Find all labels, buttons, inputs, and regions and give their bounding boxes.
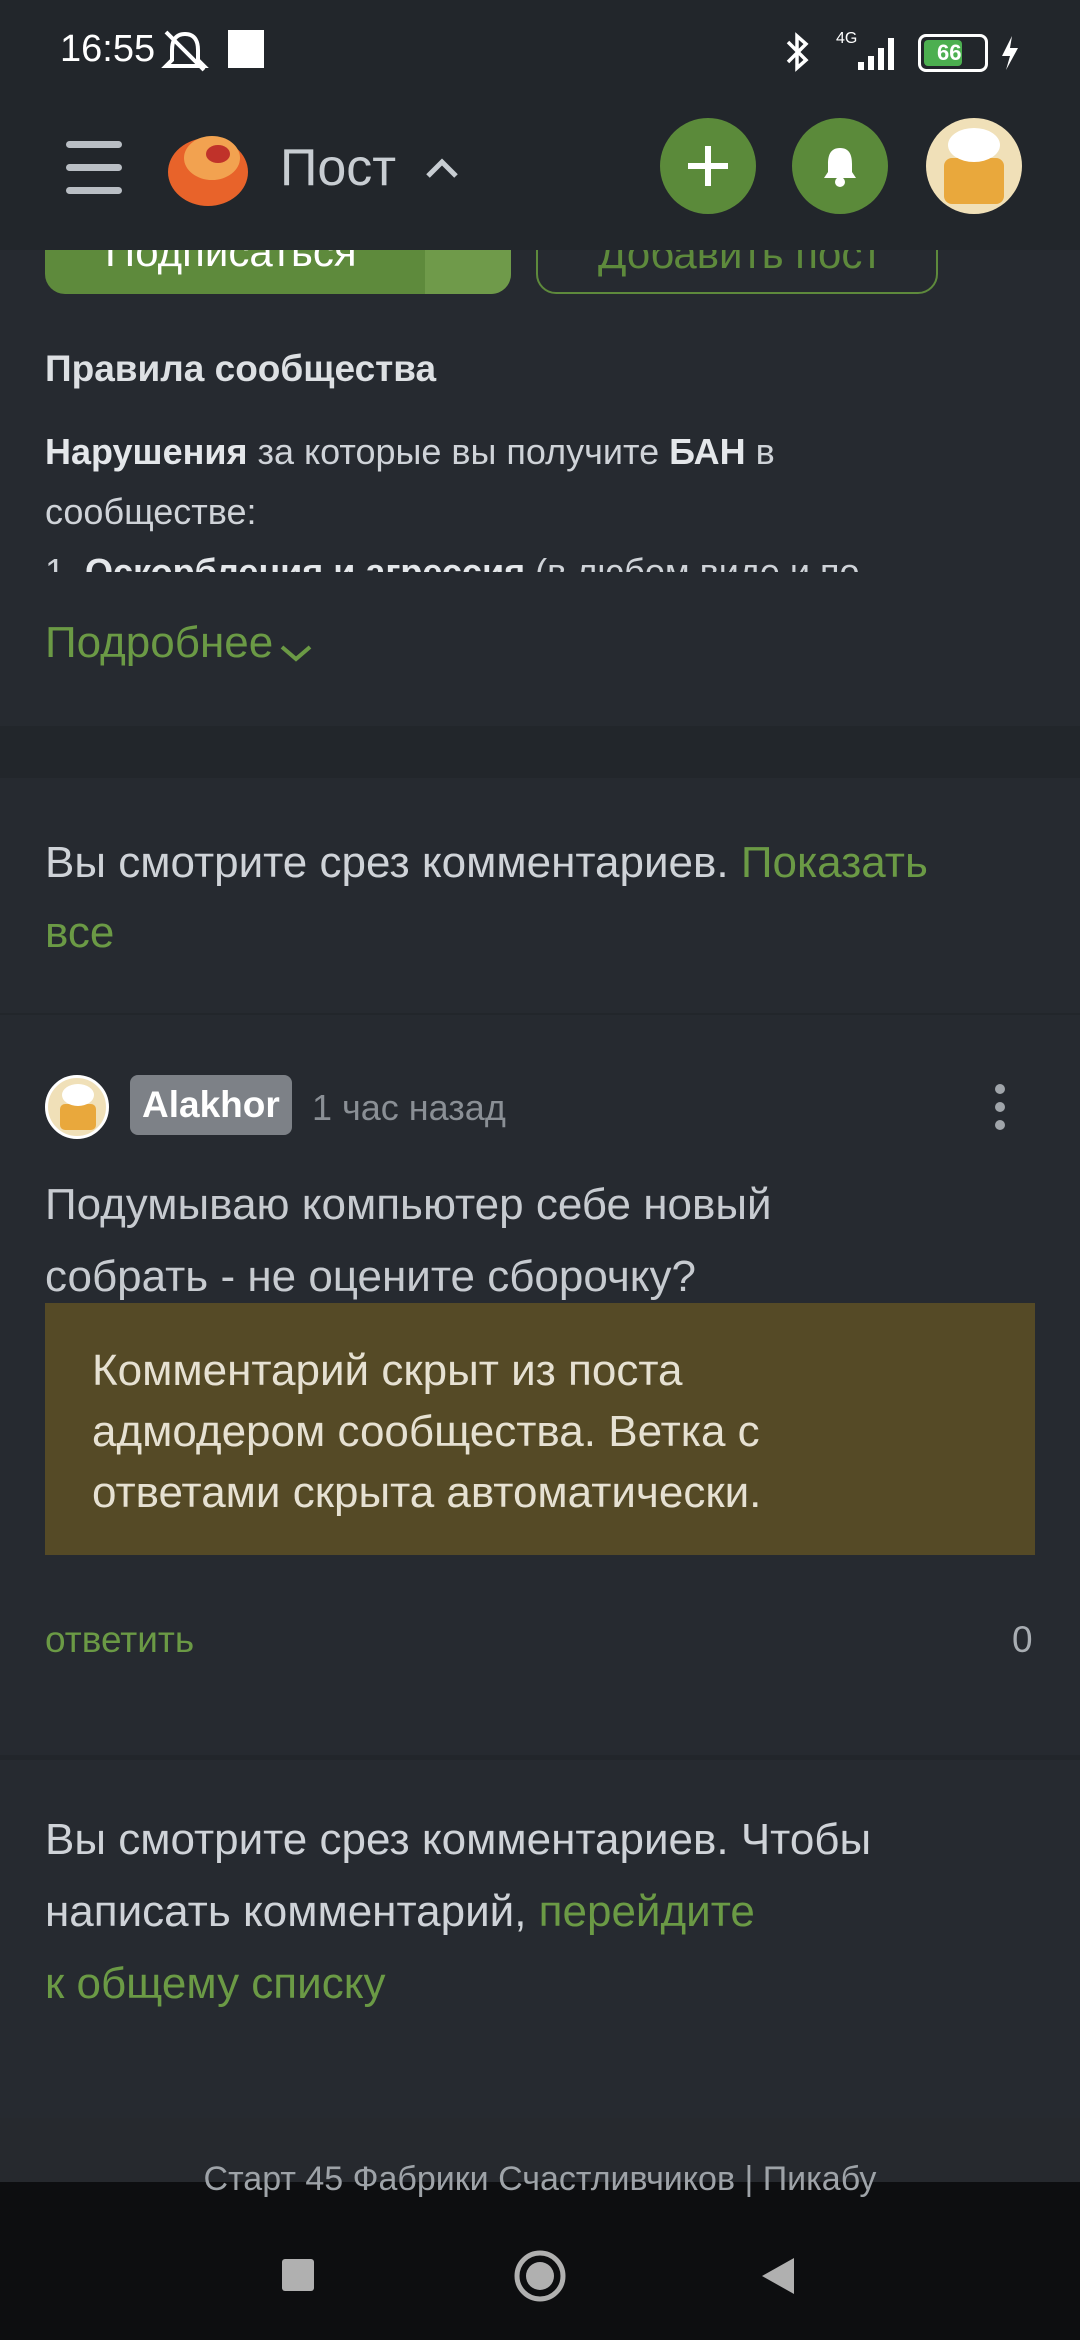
chevron-down-icon [280, 645, 311, 662]
comment-author-avatar[interactable] [45, 1075, 109, 1139]
comments-slice-notice: Вы смотрите срез комментариев. Показать … [0, 778, 1080, 1013]
status-bar: 16:55 4G 66 [0, 0, 1080, 100]
notifications-off-icon [161, 30, 209, 72]
go-to-list-link[interactable]: перейдите [539, 1887, 755, 1936]
reply-link[interactable]: ответить [45, 1619, 194, 1661]
rules-title: Правила сообщества [45, 348, 437, 389]
go-to-list-link-cont[interactable]: к общему списку [45, 1948, 1055, 2020]
avatar[interactable] [926, 118, 1022, 214]
comment-author-badge[interactable]: Alakhor [130, 1075, 292, 1135]
plus-icon [688, 146, 728, 186]
battery-level: 66 [937, 40, 962, 65]
charging-icon [1002, 36, 1018, 70]
app-header: Пост [0, 100, 1080, 252]
page-title[interactable]: Пост [280, 138, 396, 198]
battery-icon: 66 [918, 34, 988, 72]
bell-icon [824, 148, 856, 187]
comment-time: 1 час назад [312, 1087, 506, 1128]
slice-notice-text: Вы смотрите срез комментариев. [45, 838, 741, 887]
pikabu-logo-icon[interactable] [160, 120, 256, 216]
notifications-button[interactable] [792, 118, 888, 214]
comment-rating: 0 [1012, 1619, 1033, 1660]
system-nav-bar [0, 2182, 1080, 2340]
recents-icon[interactable] [282, 2259, 314, 2291]
menu-icon[interactable] [0, 120, 150, 230]
more-options-icon[interactable] [976, 1079, 1024, 1135]
show-all-link-cont[interactable]: все [45, 908, 114, 957]
show-all-link[interactable]: Показать [741, 838, 928, 887]
hidden-comment-text: Комментарий скрыт из поста адмодером соо… [92, 1346, 762, 1517]
notice-line1: Вы смотрите срез комментариев. Чтобы [45, 1815, 872, 1864]
rules-text: Нарушения за которые вы получите БАН в с… [45, 431, 860, 572]
subscribe-button[interactable]: Подписаться [45, 250, 511, 294]
notice-line2: написать комментарий, [45, 1887, 539, 1936]
bluetooth-icon [786, 32, 809, 72]
status-time: 16:55 [60, 28, 156, 70]
comment-text: Подумываю компьютер себе новый собрать -… [45, 1180, 772, 1301]
screen-record-icon [228, 30, 264, 68]
browser-page-title: Старт 45 Фабрики Счастливчиков | Пикабу [203, 2160, 877, 2198]
add-post-community-button[interactable]: Добавить пост [536, 250, 938, 294]
chevron-up-icon[interactable] [424, 152, 460, 182]
home-icon[interactable] [512, 2248, 568, 2304]
back-icon[interactable] [758, 2254, 798, 2298]
write-comment-notice: Вы смотрите срез комментариев. Чтобы нап… [0, 1760, 1080, 2120]
more-link[interactable]: Подробнее [45, 618, 314, 668]
community-rules-card: Подписаться Добавить пост Правила сообще… [0, 250, 1080, 726]
signal-icon [858, 38, 894, 70]
add-post-button[interactable] [660, 118, 756, 214]
